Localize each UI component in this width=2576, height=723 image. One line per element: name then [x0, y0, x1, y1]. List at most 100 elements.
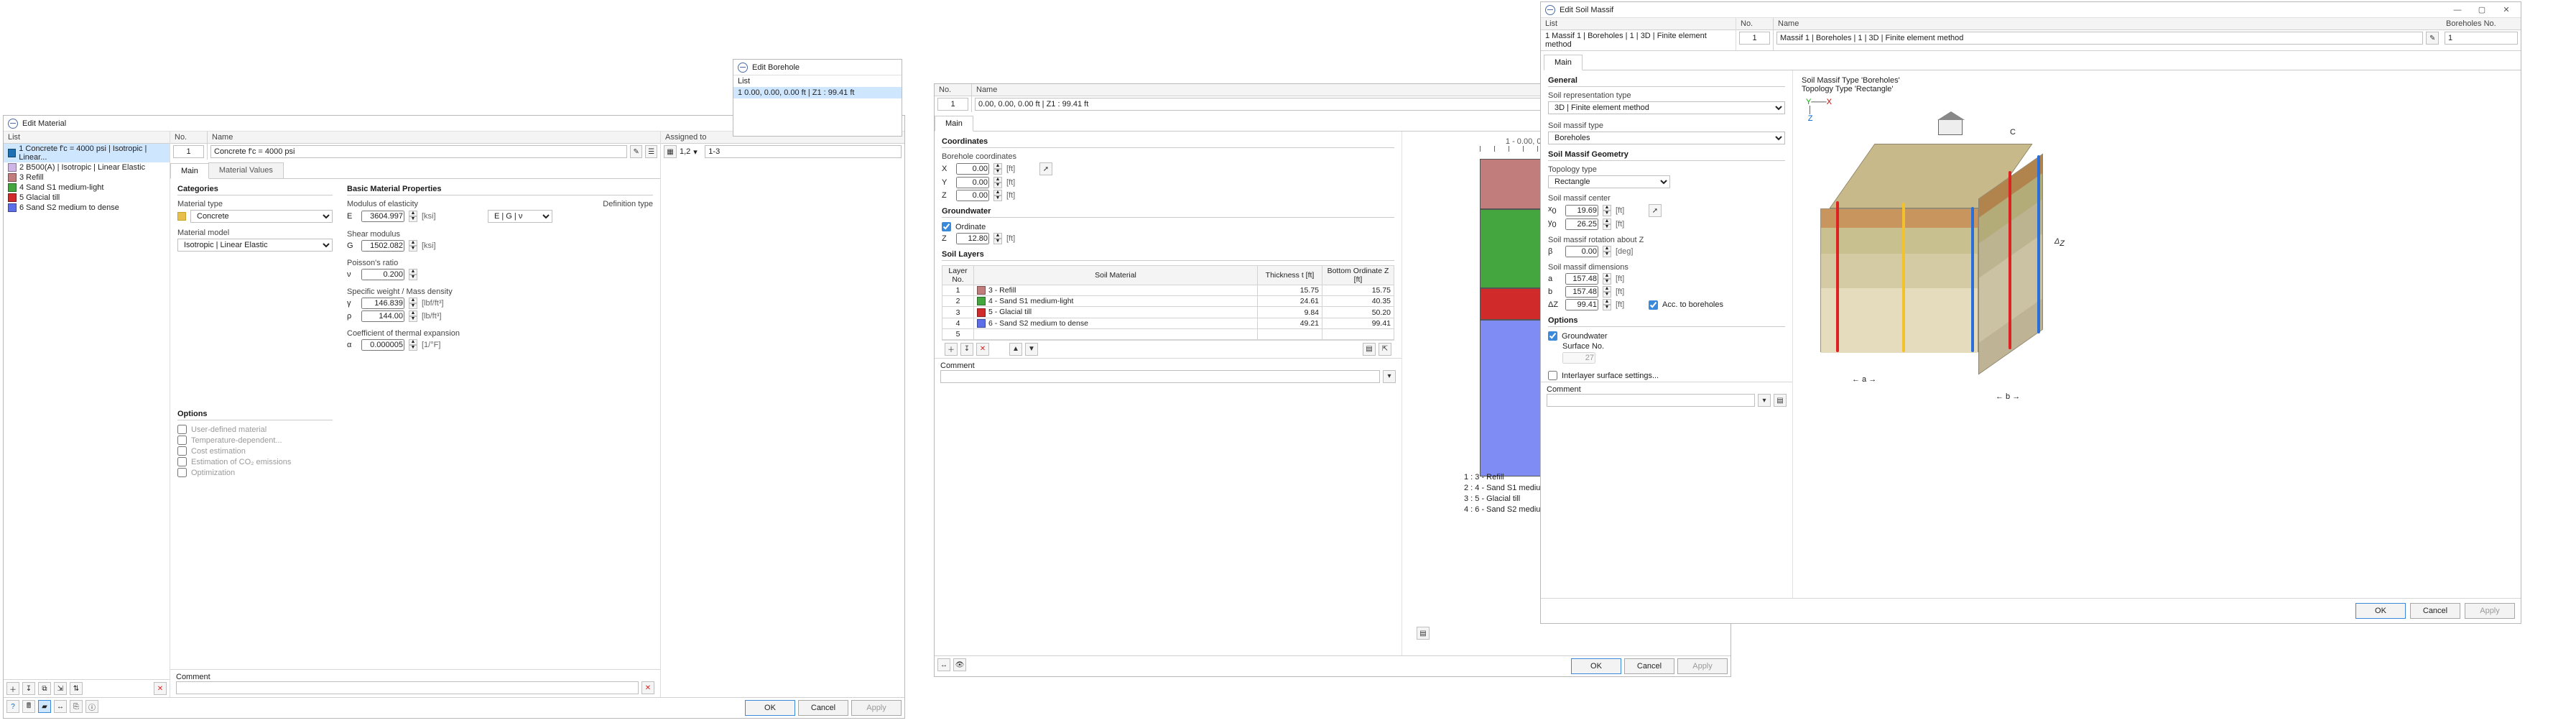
name-input[interactable] — [210, 145, 627, 158]
gw-spinner[interactable]: ▲▼ — [409, 298, 417, 309]
material-type-select[interactable]: Concrete — [190, 210, 333, 223]
E-spinner[interactable]: ▲▼ — [409, 211, 417, 222]
help-icon[interactable]: ? — [6, 700, 19, 713]
assigned-input[interactable] — [705, 145, 902, 158]
yc-spinner[interactable]: ▲▼ — [1603, 218, 1611, 230]
E-input[interactable] — [361, 211, 404, 222]
massif-name-pick-icon[interactable]: ✎ — [2426, 32, 2439, 45]
copy-icon[interactable]: ⧉ — [38, 682, 51, 695]
new-icon[interactable]: ＋ — [6, 682, 19, 695]
tab-material-values[interactable]: Material Values — [208, 162, 284, 178]
library-icon[interactable]: ☰ — [645, 145, 657, 158]
G-input[interactable] — [361, 240, 404, 252]
option-check[interactable] — [177, 436, 187, 445]
massif-ok-button[interactable]: OK — [2355, 603, 2406, 619]
link-icon[interactable]: ⎘ — [70, 700, 83, 713]
insert-layer-icon[interactable]: ↧ — [960, 343, 973, 356]
nu-input[interactable] — [361, 269, 404, 280]
massif-close-button[interactable]: ✕ — [2496, 4, 2516, 17]
option-check[interactable] — [177, 457, 187, 466]
massif-a-input[interactable] — [1565, 273, 1598, 285]
table-row[interactable]: 5 — [942, 328, 1394, 339]
bh-x-spinner[interactable]: ▲▼ — [993, 163, 1002, 175]
massif-src-select[interactable]: Boreholes — [1548, 132, 1785, 144]
comment-clear-icon[interactable]: ✕ — [641, 681, 654, 694]
layers-table[interactable]: Layer No. Soil Material Thickness t [ft]… — [942, 265, 1394, 340]
assign-surface-icon[interactable]: ▦ — [664, 145, 677, 158]
calc-icon[interactable]: 🖩 — [22, 700, 35, 713]
bh-x-input[interactable] — [956, 163, 989, 175]
acc-boreholes-check[interactable] — [1649, 300, 1658, 310]
a-spinner[interactable]: ▲▼ — [1603, 273, 1611, 285]
color-icon[interactable]: ▰ — [38, 700, 51, 713]
rho-input[interactable] — [361, 310, 404, 322]
goto-icon[interactable]: ⇲ — [54, 682, 67, 695]
massif-cancel-button[interactable]: Cancel — [2410, 603, 2460, 619]
rho-spinner[interactable]: ▲▼ — [409, 310, 417, 322]
massif-bh-input[interactable] — [2445, 32, 2518, 45]
massif-topo-select[interactable]: Rectangle — [1548, 175, 1670, 188]
material-list-row[interactable]: 1 Concrete f'c = 4000 psi | Isotropic | … — [4, 144, 170, 162]
material-list-row[interactable]: 2 B500(A) | Isotropic | Linear Elastic — [4, 162, 170, 172]
bh-zgw-spinner[interactable]: ▲▼ — [993, 233, 1002, 244]
library-layers-icon[interactable]: ▤ — [1363, 343, 1376, 356]
bh-y-input[interactable] — [956, 177, 989, 188]
bh-mini-row[interactable]: 1 0.00, 0.00, 0.00 ft | Ζ1 : 99.41 ft — [733, 87, 902, 98]
dz-spinner[interactable]: ▲▼ — [1603, 299, 1611, 310]
massif-dz-input[interactable] — [1565, 299, 1598, 310]
table-row[interactable]: 24 - Sand S1 medium-light24.6140.35 — [942, 296, 1394, 307]
cancel-button[interactable]: Cancel — [798, 700, 848, 716]
bh-apply-button[interactable]: Apply — [1677, 658, 1728, 674]
massif-min-button[interactable]: — — [2447, 4, 2468, 17]
units-icon[interactable]: ↔ — [54, 700, 67, 713]
table-row[interactable]: 13 - Refill15.7515.75 — [942, 285, 1394, 296]
bh-cancel-button[interactable]: Cancel — [1624, 658, 1674, 674]
definition-type-select[interactable]: E | G | ν — [488, 210, 552, 223]
tab-main[interactable]: Main — [170, 163, 209, 179]
bh-no-input[interactable] — [937, 98, 968, 111]
option-check[interactable] — [177, 446, 187, 456]
new-between-icon[interactable]: ↧ — [22, 682, 35, 695]
bh-z-spinner[interactable]: ▲▼ — [993, 190, 1002, 201]
bh-y-spinner[interactable]: ▲▼ — [993, 177, 1002, 188]
sort-icon[interactable]: ⇅ — [70, 682, 83, 695]
bh-comment-dd-icon[interactable]: ▾ — [1383, 370, 1396, 383]
apply-button[interactable]: Apply — [851, 700, 902, 716]
bh-legend-toggle-icon[interactable]: ▤ — [1417, 627, 1430, 640]
info-icon[interactable]: ⓘ — [85, 700, 98, 713]
massif-xc-input[interactable] — [1565, 205, 1598, 216]
material-list-row[interactable]: 4 Sand S1 medium-light — [4, 183, 170, 193]
nu-spinner[interactable]: ▲▼ — [409, 269, 417, 280]
bh-ordinate-check[interactable] — [942, 222, 951, 231]
b-spinner[interactable]: ▲▼ — [1603, 286, 1611, 298]
bh-comment-input[interactable] — [940, 370, 1380, 383]
comment-input[interactable] — [176, 681, 639, 694]
gw-input[interactable] — [361, 298, 404, 309]
ok-button[interactable]: OK — [745, 700, 795, 716]
move-down-icon[interactable]: ▼ — [1025, 343, 1038, 356]
massif-max-button[interactable]: ▢ — [2472, 4, 2492, 17]
massif-yc-input[interactable] — [1565, 218, 1598, 230]
massif-pick-surface-icon[interactable]: ▤ — [1774, 394, 1787, 407]
bh-scale-icon[interactable]: ↔ — [937, 658, 950, 671]
massif-apply-button[interactable]: Apply — [2465, 603, 2515, 619]
bh-pick-point-icon[interactable]: ➚ — [1039, 162, 1052, 175]
center-pick-icon[interactable]: ➚ — [1649, 204, 1662, 217]
massif-comment-dd-icon[interactable]: ▾ — [1758, 394, 1771, 407]
material-list-row[interactable]: 6 Sand S2 medium to dense — [4, 203, 170, 213]
material-model-select[interactable]: Isotropic | Linear Elastic — [177, 239, 333, 252]
option-check[interactable] — [177, 468, 187, 477]
massif-name-input[interactable] — [1776, 32, 2423, 45]
alpha-input[interactable] — [361, 339, 404, 351]
bh-ok-button[interactable]: OK — [1571, 658, 1621, 674]
bh-view-icon[interactable]: 👁 — [953, 658, 966, 671]
massif-tab-main[interactable]: Main — [1544, 55, 1583, 70]
remove-layer-icon[interactable]: ✕ — [976, 343, 989, 356]
rot-spinner[interactable]: ▲▼ — [1603, 246, 1611, 257]
massif-rep-select[interactable]: 3D | Finite element method — [1548, 101, 1785, 114]
massif-no-input[interactable] — [1739, 32, 1770, 45]
delete-icon[interactable]: ✕ — [154, 682, 167, 695]
move-up-icon[interactable]: ▲ — [1009, 343, 1022, 356]
interlayer-check[interactable] — [1548, 371, 1557, 380]
massif-gw-check[interactable] — [1548, 331, 1557, 341]
